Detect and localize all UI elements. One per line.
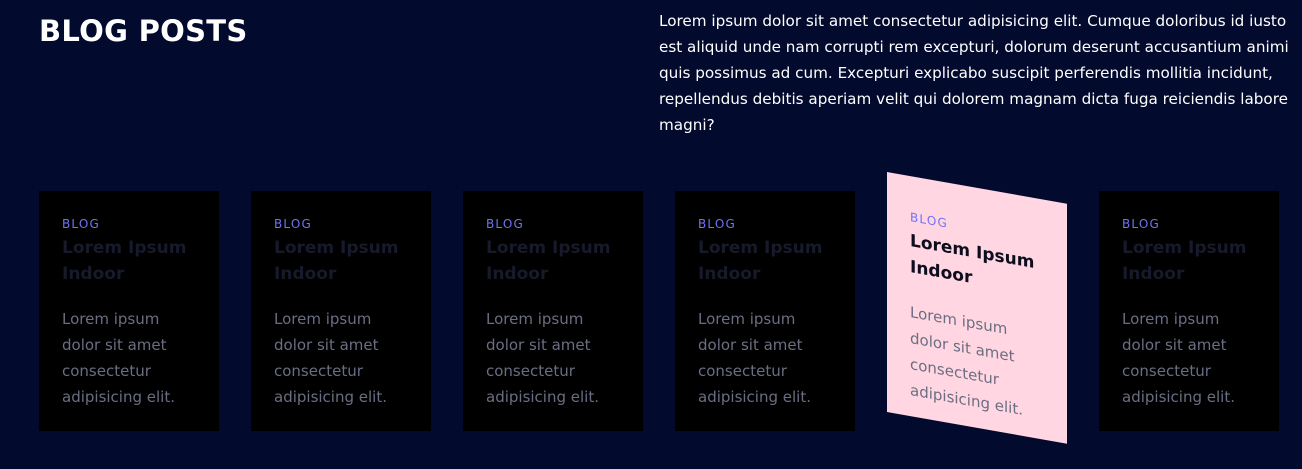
blog-posts-section: BLOG POSTS Lorem ipsum dolor sit amet co…: [0, 0, 1302, 469]
card-tag: BLOG: [486, 217, 525, 231]
card-title: Lorem Ipsum Indoor: [274, 238, 399, 284]
blog-card-hovered[interactable]: BLOG Lorem Ipsum Indoor Lorem ipsum dolo…: [887, 172, 1067, 444]
card-text: Lorem ipsum dolor sit amet consectetur a…: [274, 310, 387, 406]
blog-card[interactable]: BLOG Lorem Ipsum Indoor Lorem ipsum dolo…: [675, 191, 855, 431]
card-text: Lorem ipsum dolor sit amet consectetur a…: [698, 310, 811, 406]
card-list: BLOG Lorem Ipsum Indoor Lorem ipsum dolo…: [39, 172, 1279, 444]
card-title: Lorem Ipsum Indoor: [698, 238, 823, 284]
blog-card[interactable]: BLOG Lorem Ipsum Indoor Lorem ipsum dolo…: [251, 191, 431, 431]
card-text: Lorem ipsum dolor sit amet consectetur a…: [1122, 310, 1235, 406]
card-tag: BLOG: [274, 217, 313, 231]
card-text: Lorem ipsum dolor sit amet consectetur a…: [486, 310, 599, 406]
card-tag: BLOG: [1122, 217, 1161, 231]
card-text: Lorem ipsum dolor sit amet consectetur a…: [910, 303, 1023, 419]
blog-card[interactable]: BLOG Lorem Ipsum Indoor Lorem ipsum dolo…: [1099, 191, 1279, 431]
card-title: Lorem Ipsum Indoor: [1122, 238, 1247, 284]
card-title: Lorem Ipsum Indoor: [486, 238, 611, 284]
blog-card[interactable]: BLOG Lorem Ipsum Indoor Lorem ipsum dolo…: [463, 191, 643, 431]
page-title: BLOG POSTS: [39, 14, 248, 48]
card-tag: BLOG: [698, 217, 737, 231]
card-tag: BLOG: [62, 217, 101, 231]
card-text: Lorem ipsum dolor sit amet consectetur a…: [62, 310, 175, 406]
intro-paragraph: Lorem ipsum dolor sit amet consectetur a…: [659, 12, 1289, 134]
blog-card[interactable]: BLOG Lorem Ipsum Indoor Lorem ipsum dolo…: [39, 191, 219, 431]
card-title: Lorem Ipsum Indoor: [62, 238, 187, 284]
